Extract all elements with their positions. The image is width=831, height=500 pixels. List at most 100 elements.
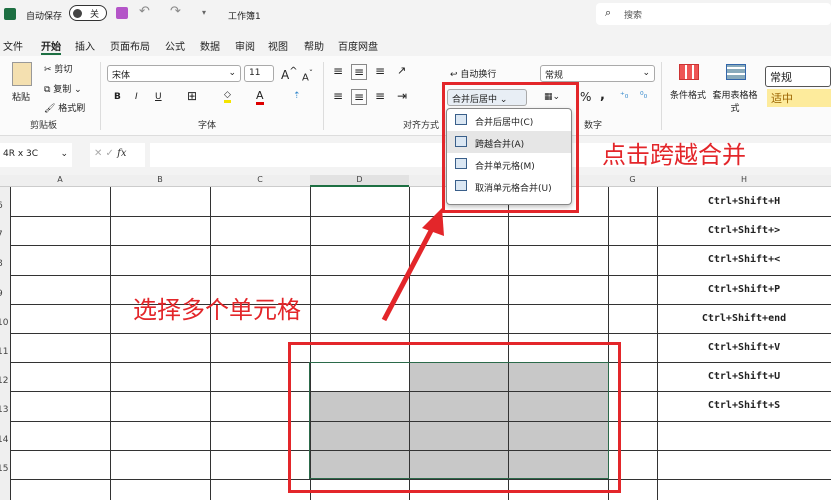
redo-icon[interactable]: ↷ xyxy=(170,4,181,19)
row-header[interactable]: 8 xyxy=(0,259,10,272)
format-painter-button[interactable]: 🖌 格式刷 xyxy=(44,101,85,114)
row-header[interactable]: 10 xyxy=(0,317,10,330)
tab-help[interactable]: 帮助 xyxy=(304,38,324,53)
increase-decimal-icon[interactable]: ⁺₀ xyxy=(620,91,628,101)
column-header[interactable]: C xyxy=(210,175,310,187)
row-header[interactable]: 14 xyxy=(0,434,10,447)
row-header[interactable]: 9 xyxy=(0,288,10,301)
row-gridline xyxy=(10,333,831,334)
highlight-box-cells xyxy=(288,342,621,493)
fx-button[interactable]: fx xyxy=(117,148,126,159)
font-name-select[interactable]: 宋体 ⌄ xyxy=(107,65,241,82)
clipboard-group-label: 剪贴板 xyxy=(30,121,58,131)
column-header[interactable]: A xyxy=(10,175,110,187)
cut-button[interactable]: ✂ 剪切 xyxy=(44,62,72,75)
shrink-font-icon[interactable]: Aˇ xyxy=(302,68,313,83)
cell-h[interactable]: Ctrl+Shift+end xyxy=(657,313,831,324)
font-group-label: 字体 xyxy=(198,121,217,131)
table-format-button[interactable]: 套用表格格式 xyxy=(712,88,758,114)
grow-font-icon[interactable]: A^ xyxy=(281,66,298,82)
search-placeholder: 搜索 xyxy=(624,11,643,21)
table-format-icon[interactable] xyxy=(726,64,746,80)
autosave-toggle[interactable]: 关 xyxy=(69,5,107,21)
tab-view[interactable]: 视图 xyxy=(268,38,288,53)
cell-h[interactable]: Ctrl+Shift+V xyxy=(657,342,831,353)
number-format-select[interactable]: 常规 ⌄ xyxy=(540,65,655,82)
tab-file[interactable]: 文件 xyxy=(3,38,23,53)
align-left-icon[interactable]: ≡ xyxy=(333,89,343,103)
phonetic-icon[interactable]: ⇡ xyxy=(293,91,301,101)
ribbon-tabs: 文件 开始 插入 页面布局 公式 数据 审阅 视图 帮助 百度网盘 xyxy=(0,30,831,56)
column-header[interactable]: H xyxy=(657,175,831,187)
orientation-icon[interactable]: ↗ xyxy=(397,64,406,77)
column-header[interactable]: B xyxy=(110,175,210,187)
cell-h[interactable]: Ctrl+Shift+P xyxy=(657,284,831,295)
title-bar: 自动保存 关 ↶ ↷ ▾ 工作簿1 ⌕ 搜索 xyxy=(0,0,831,30)
borders-icon[interactable]: ⊞ xyxy=(187,89,197,103)
workbook-title[interactable]: 工作簿1 xyxy=(228,9,261,22)
cell-h[interactable]: Ctrl+Shift+> xyxy=(657,225,831,236)
undo-icon[interactable]: ↶ xyxy=(139,4,150,19)
style-neutral[interactable]: 适中 xyxy=(767,89,831,107)
paste-button[interactable]: 粘贴 xyxy=(12,90,30,103)
style-normal[interactable]: 常规 xyxy=(765,66,831,87)
number-group-label: 数字 xyxy=(584,121,603,131)
tab-insert[interactable]: 插入 xyxy=(75,38,95,53)
tab-page-layout[interactable]: 页面布局 xyxy=(110,38,150,53)
decrease-decimal-icon[interactable]: ⁰₀ xyxy=(640,91,647,101)
align-bottom-icon[interactable]: ≡ xyxy=(375,64,385,78)
save-icon[interactable] xyxy=(116,7,128,19)
arrow-icon xyxy=(381,208,444,322)
excel-logo-icon xyxy=(4,8,16,20)
row-header[interactable]: 6 xyxy=(0,201,10,213)
underline-button[interactable]: U xyxy=(155,92,162,102)
align-right-icon[interactable]: ≡ xyxy=(375,89,385,103)
percent-button[interactable]: % xyxy=(580,90,591,104)
cell-h[interactable]: Ctrl+Shift+U xyxy=(657,371,831,382)
tab-formulas[interactable]: 公式 xyxy=(165,38,185,53)
select-all-corner[interactable] xyxy=(0,175,10,187)
cell-h[interactable]: Ctrl+Shift+< xyxy=(657,254,831,265)
align-middle-icon[interactable]: ≡ xyxy=(351,64,368,80)
tab-home[interactable]: 开始 xyxy=(41,38,61,55)
customize-icon[interactable]: ▾ xyxy=(202,8,206,17)
row-header[interactable]: 13 xyxy=(0,405,10,418)
column-gridline xyxy=(210,187,211,500)
conditional-format-icon[interactable] xyxy=(679,64,699,80)
row-header[interactable]: 12 xyxy=(0,376,10,389)
fill-color-icon[interactable]: ◇ xyxy=(224,90,231,103)
tab-data[interactable]: 数据 xyxy=(200,38,220,53)
tab-review[interactable]: 审阅 xyxy=(235,38,255,53)
copy-button[interactable]: ⧉ 复制 ⌄ xyxy=(44,82,82,95)
column-header[interactable]: D xyxy=(310,175,409,187)
toggle-knob xyxy=(73,9,82,18)
font-size-select[interactable]: 11 xyxy=(244,65,274,82)
column-gridline xyxy=(110,187,111,500)
row-header[interactable]: 7 xyxy=(0,230,10,243)
highlight-box-menu xyxy=(442,82,579,213)
font-color-icon[interactable]: A xyxy=(256,89,264,105)
name-box[interactable]: 4R x 3C ⌄ xyxy=(0,143,72,167)
row-header[interactable]: 15 xyxy=(0,463,10,476)
search-box[interactable]: ⌕ 搜索 xyxy=(596,3,831,25)
toggle-state: 关 xyxy=(90,10,100,20)
bold-button[interactable]: B xyxy=(114,92,121,102)
cell-h[interactable]: Ctrl+Shift+S xyxy=(657,400,831,411)
align-top-icon[interactable]: ≡ xyxy=(333,64,343,78)
comma-button[interactable]: , xyxy=(600,88,605,103)
column-gridline xyxy=(10,187,11,500)
indent-icon[interactable]: ⇥ xyxy=(397,89,407,103)
cell-h[interactable]: Ctrl+Shift+H xyxy=(657,196,831,207)
paste-icon[interactable] xyxy=(12,62,32,86)
autosave-label: 自动保存 xyxy=(26,12,63,22)
alignment-group-label: 对齐方式 xyxy=(403,121,440,131)
search-icon: ⌕ xyxy=(605,6,612,19)
column-header[interactable]: G xyxy=(608,175,657,187)
wrap-text-button[interactable]: ↩ 自动换行 xyxy=(450,67,496,80)
tab-baidu[interactable]: 百度网盘 xyxy=(338,38,378,53)
italic-button[interactable]: I xyxy=(135,92,138,102)
conditional-format-button[interactable]: 条件格式 xyxy=(670,88,706,101)
annotation-click-merge: 点击跨越合并 xyxy=(602,141,746,169)
row-header[interactable]: 11 xyxy=(0,347,10,359)
align-center-icon[interactable]: ≡ xyxy=(351,89,368,105)
